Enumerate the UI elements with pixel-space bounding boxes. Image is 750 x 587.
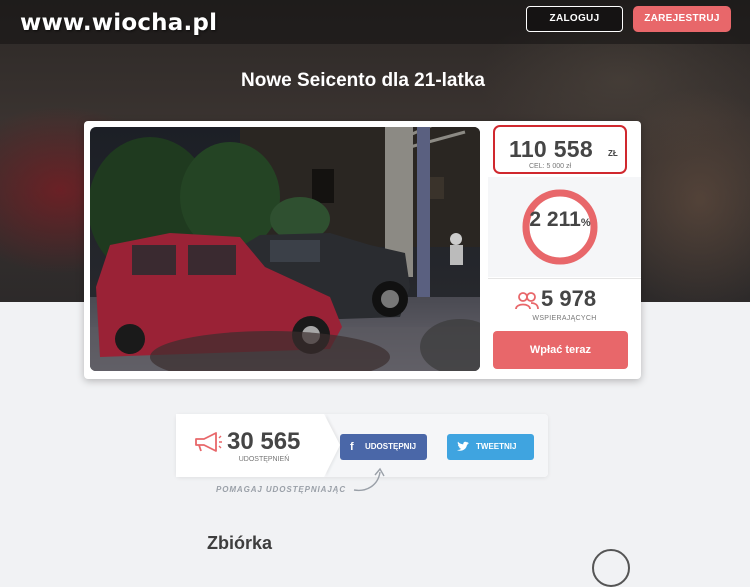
divider bbox=[488, 278, 641, 279]
amount-currency: ZŁ bbox=[608, 149, 618, 158]
facebook-share-label: UDOSTĘPNIJ bbox=[365, 442, 417, 451]
share-count-area: 30 565 UDOSTĘPNIEŃ bbox=[176, 414, 324, 477]
share-hint: POMAGAJ UDOSTĘPNIAJĄC bbox=[216, 485, 347, 494]
progress-section: 2 211% bbox=[488, 177, 641, 277]
percent-value: 2 211 bbox=[529, 208, 581, 231]
amount-raised: 110 558 bbox=[509, 136, 593, 162]
curved-arrow-icon bbox=[353, 467, 385, 492]
twitter-icon bbox=[457, 441, 469, 451]
campaign-stats: 110 558 ZŁ CEL: 5 000 zł 2 211% 5 978 WS… bbox=[488, 121, 641, 379]
section-title: Zbiórka bbox=[207, 533, 273, 553]
campaign-card: 110 558 ZŁ CEL: 5 000 zł 2 211% 5 978 WS… bbox=[84, 121, 641, 379]
site-logo[interactable]: www.wiocha.pl bbox=[20, 10, 217, 36]
amount-highlight: 110 558 ZŁ CEL: 5 000 zł bbox=[493, 125, 627, 174]
progress-percent: 2 211% bbox=[520, 208, 600, 232]
share-count: 30 565 bbox=[227, 428, 301, 455]
login-button[interactable]: ZALOGUJ bbox=[526, 6, 623, 32]
register-button[interactable]: ZAREJESTRUJ bbox=[633, 6, 731, 32]
supporters-icon bbox=[515, 292, 539, 310]
share-arrow-shape bbox=[324, 414, 340, 477]
campaign-photo[interactable] bbox=[90, 127, 480, 371]
pay-now-button[interactable]: Wpłać teraz bbox=[493, 331, 628, 369]
facebook-icon: f bbox=[350, 441, 354, 453]
campaign-goal: CEL: 5 000 zł bbox=[528, 163, 572, 170]
twitter-share-button[interactable]: TWEETNIJ bbox=[447, 434, 534, 460]
campaign-title: Nowe Seicento dla 21-latka bbox=[241, 70, 485, 91]
supporters-count: 5 978 bbox=[541, 286, 597, 311]
megaphone-icon bbox=[195, 432, 222, 452]
supporters-label: WSPIERAJĄCYCH bbox=[532, 315, 597, 322]
facebook-share-button[interactable]: f UDOSTĘPNIJ bbox=[340, 434, 427, 460]
percent-sign: % bbox=[580, 217, 591, 229]
share-count-label: UDOSTĘPNIEŃ bbox=[238, 456, 290, 463]
twitter-share-label: TWEETNIJ bbox=[476, 442, 517, 451]
